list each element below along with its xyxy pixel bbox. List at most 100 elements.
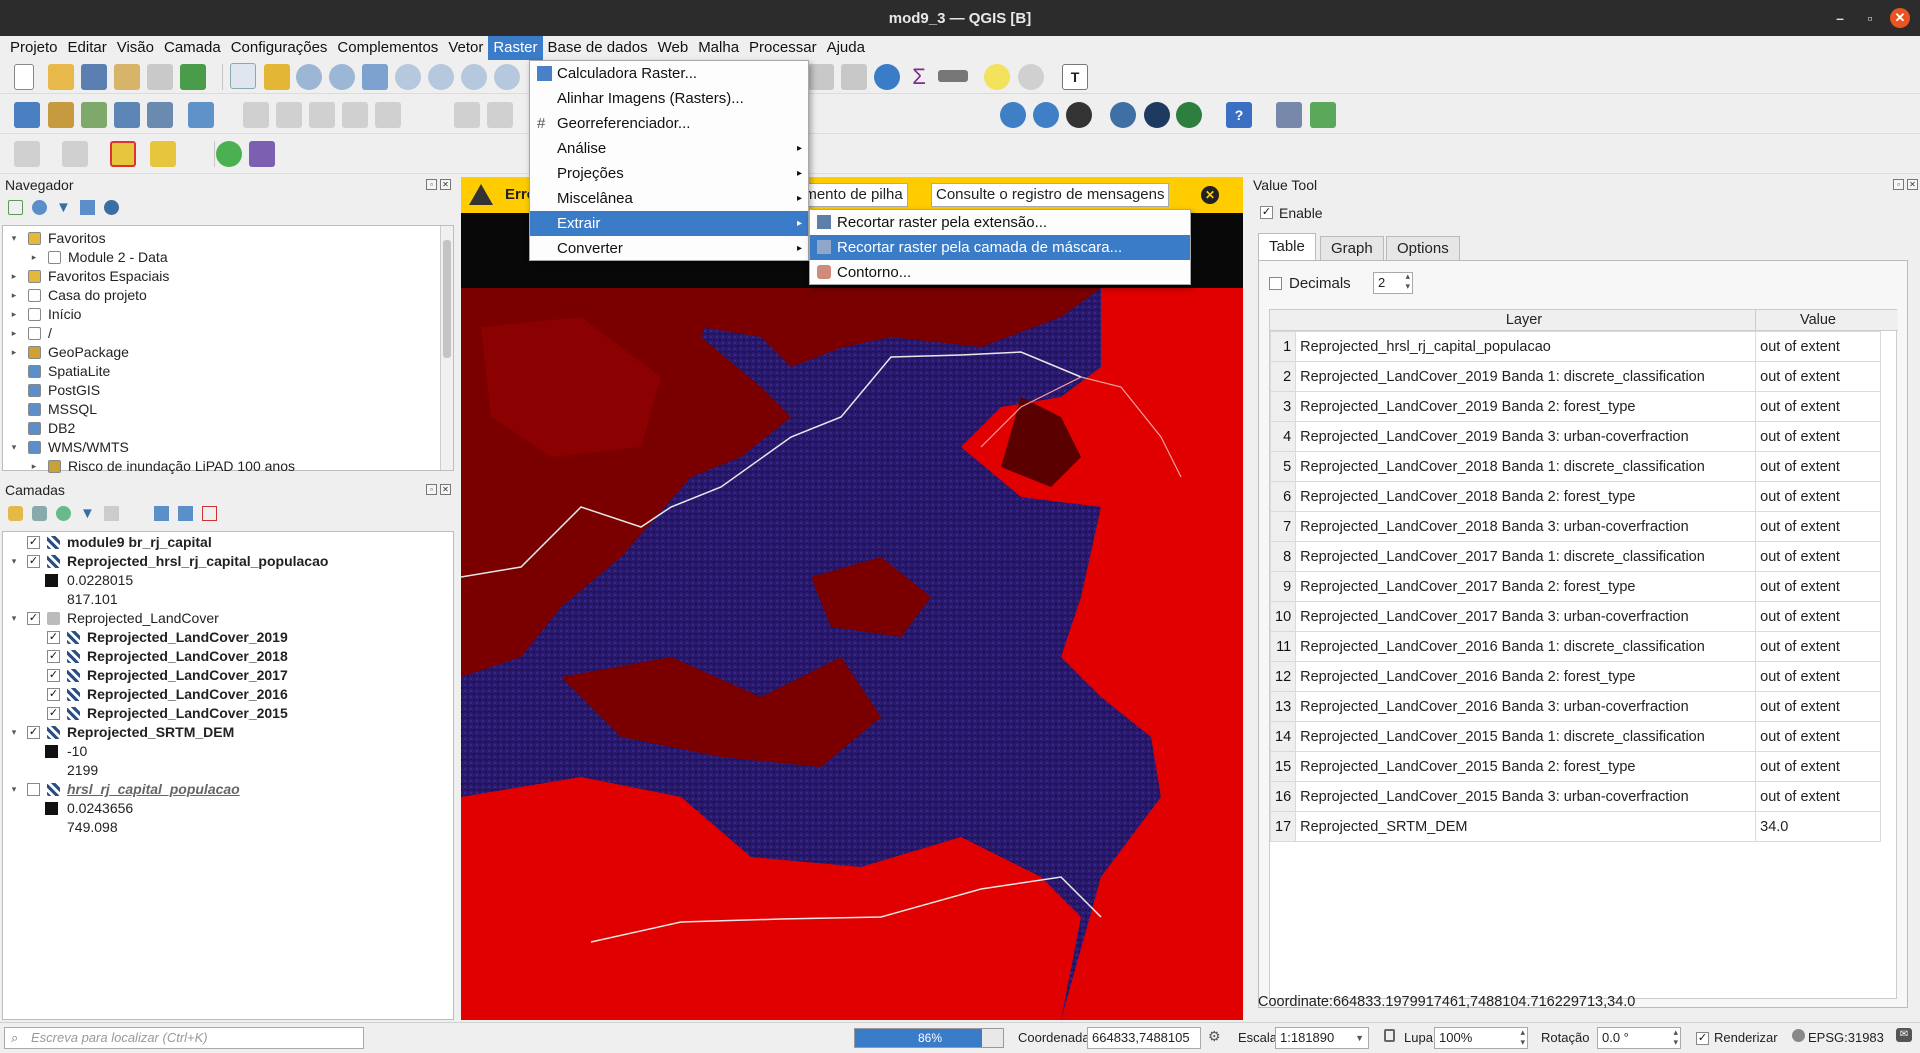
layer-visibility-checkbox[interactable]: ✓ bbox=[27, 536, 40, 549]
crs-globe-icon[interactable] bbox=[1792, 1029, 1805, 1042]
close-panel-icon[interactable]: ✕ bbox=[1907, 179, 1918, 190]
expand-all-icon[interactable] bbox=[154, 506, 169, 521]
menu-raster[interactable]: Raster bbox=[488, 36, 543, 60]
table-row[interactable]: 3 Reprojected_LandCover_2019 Banda 2: for… bbox=[1269, 391, 1882, 422]
menu-item-recortar-mascara[interactable]: Recortar raster pela camada de máscara..… bbox=[810, 235, 1190, 260]
table-row[interactable]: 15 Reprojected_LandCover_2015 Banda 2: fo… bbox=[1269, 751, 1882, 782]
legend-item[interactable]: 0.0243656 bbox=[3, 799, 443, 818]
attribute-table-icon[interactable] bbox=[808, 64, 834, 90]
select-all-icon[interactable] bbox=[150, 141, 176, 167]
add-layer-icon[interactable] bbox=[14, 102, 40, 128]
add-selected-icon[interactable] bbox=[8, 200, 23, 215]
tab-graph[interactable]: Graph bbox=[1320, 236, 1384, 261]
layer-item[interactable]: ▾ ✓ Reprojected_hrsl_rj_capital_populacao bbox=[3, 552, 443, 571]
layer-item[interactable]: ✓ Reprojected_LandCover_2018 bbox=[3, 647, 443, 666]
digitize-icon[interactable] bbox=[188, 102, 214, 128]
layer-item[interactable]: ✓ Reprojected_LandCover_2016 bbox=[3, 685, 443, 704]
float-panel-icon[interactable]: ▫ bbox=[426, 179, 437, 190]
identify-icon[interactable] bbox=[1018, 64, 1044, 90]
new-spatialite-icon[interactable] bbox=[114, 102, 140, 128]
menu-processar[interactable]: Processar bbox=[744, 36, 822, 60]
add-group-icon[interactable] bbox=[32, 506, 47, 521]
layer-item[interactable]: ▾ hrsl_rj_capital_populacao bbox=[3, 780, 443, 799]
table-row[interactable]: 4 Reprojected_LandCover_2019 Banda 3: urb… bbox=[1269, 421, 1882, 452]
navigator-item[interactable]: ▾ WMS/WMTS bbox=[3, 438, 433, 457]
layer-item[interactable]: ✓ Reprojected_LandCover_2017 bbox=[3, 666, 443, 685]
layer-visibility-checkbox[interactable] bbox=[27, 783, 40, 796]
layer-item[interactable]: ▾ ✓ Reprojected_SRTM_DEM bbox=[3, 723, 443, 742]
table-row[interactable]: 6 Reprojected_LandCover_2018 Banda 2: for… bbox=[1269, 481, 1882, 512]
navigator-item[interactable]: ▸ Favoritos Espaciais bbox=[3, 267, 433, 286]
menu-item-converter[interactable]: Converter ▸ bbox=[530, 236, 808, 261]
table-row[interactable]: 2 Reprojected_LandCover_2019 Banda 1: dis… bbox=[1269, 361, 1882, 392]
zoom-selection-icon[interactable] bbox=[428, 64, 454, 90]
text-annotation-icon[interactable]: T bbox=[1062, 64, 1088, 90]
layer-visibility-checkbox[interactable]: ✓ bbox=[47, 631, 60, 644]
deselect-icon[interactable] bbox=[110, 141, 136, 167]
menu-item-georreferenciador[interactable]: # Georreferenciador... bbox=[530, 111, 808, 136]
save-project-icon[interactable] bbox=[81, 64, 107, 90]
globe-icon[interactable] bbox=[1000, 102, 1026, 128]
menu-item-projecoes[interactable]: Projeções ▸ bbox=[530, 161, 808, 186]
table-row[interactable]: 14 Reprojected_LandCover_2015 Banda 1: di… bbox=[1269, 721, 1882, 752]
help-icon[interactable]: ? bbox=[1226, 102, 1252, 128]
navigator-item[interactable]: ▸ / bbox=[3, 324, 433, 343]
navigator-item[interactable]: ▸ Casa do projeto bbox=[3, 286, 433, 305]
cut-features-icon[interactable] bbox=[487, 102, 513, 128]
navigator-item[interactable]: ▾ Favoritos bbox=[3, 229, 433, 248]
print-layout-icon[interactable] bbox=[147, 64, 173, 90]
new-geopackage-icon[interactable] bbox=[48, 102, 74, 128]
menu-item-miscelanea[interactable]: Miscelânea ▸ bbox=[530, 186, 808, 211]
raster-refresh-icon[interactable] bbox=[1310, 102, 1336, 128]
layer-visibility-checkbox[interactable]: ✓ bbox=[47, 688, 60, 701]
table-row[interactable]: 11 Reprojected_LandCover_2016 Banda 1: di… bbox=[1269, 631, 1882, 662]
python-console-icon[interactable] bbox=[1110, 102, 1136, 128]
value-tool-icon[interactable] bbox=[249, 141, 275, 167]
menu-projeto[interactable]: Projeto bbox=[5, 36, 63, 60]
menu-base-de-dados[interactable]: Base de dados bbox=[543, 36, 653, 60]
chevron-down-icon[interactable]: ▼ bbox=[1355, 1028, 1364, 1048]
locator-search-input[interactable]: ⌕ Escreva para localizar (Ctrl+K) bbox=[4, 1027, 364, 1049]
navigator-item[interactable]: DB2 bbox=[3, 419, 433, 438]
filter-legend-icon[interactable]: ▼ bbox=[80, 506, 95, 521]
filter-icon[interactable]: ▼ bbox=[56, 200, 71, 215]
style-icon[interactable] bbox=[8, 506, 23, 521]
menu-web[interactable]: Web bbox=[653, 36, 694, 60]
vertex-tool-icon[interactable] bbox=[375, 102, 401, 128]
table-row[interactable]: 8 Reprojected_LandCover_2017 Banda 1: dis… bbox=[1269, 541, 1882, 572]
layer-visibility-checkbox[interactable]: ✓ bbox=[27, 726, 40, 739]
decimals-spinbox[interactable]: 2 ▴ ▾ bbox=[1373, 271, 1413, 294]
table-row[interactable]: 10 Reprojected_LandCover_2017 Banda 3: ur… bbox=[1269, 601, 1882, 632]
map-canvas[interactable] bbox=[461, 177, 1243, 1020]
layer-visibility-checkbox[interactable]: ✓ bbox=[27, 612, 40, 625]
lock-icon[interactable] bbox=[1384, 1029, 1395, 1042]
delete-selected-icon[interactable] bbox=[454, 102, 480, 128]
spin-arrows-icon[interactable]: ▴ ▾ bbox=[1673, 1027, 1678, 1047]
col-header-value[interactable]: Value bbox=[1755, 310, 1880, 331]
expand-arrow-icon[interactable]: ▾ bbox=[9, 780, 19, 799]
plugin-binoculars-icon[interactable] bbox=[1066, 102, 1092, 128]
menu-ajuda[interactable]: Ajuda bbox=[822, 36, 870, 60]
spin-arrows-icon[interactable]: ▴ ▾ bbox=[1405, 271, 1410, 291]
new-shapefile-icon[interactable] bbox=[81, 102, 107, 128]
add-feature-icon[interactable] bbox=[342, 102, 368, 128]
edit-pencil-icon[interactable] bbox=[243, 102, 269, 128]
zoom-layer-icon[interactable] bbox=[395, 64, 421, 90]
float-panel-icon[interactable]: ▫ bbox=[1893, 179, 1904, 190]
zoom-next-icon[interactable] bbox=[494, 64, 520, 90]
navigator-item[interactable]: ▸ Module 2 - Data bbox=[3, 248, 433, 267]
menu-item-calculadora-raster[interactable]: Calculadora Raster... bbox=[530, 61, 808, 86]
layer-visibility-checkbox[interactable]: ✓ bbox=[47, 707, 60, 720]
field-calculator-icon[interactable] bbox=[841, 64, 867, 90]
navigator-scrollbar[interactable] bbox=[440, 226, 453, 470]
collapse-arrow-icon[interactable]: ▸ bbox=[29, 457, 39, 476]
legend-item[interactable]: 749.098 bbox=[3, 818, 443, 837]
coordinate-field[interactable]: 664833,7488105 bbox=[1087, 1027, 1201, 1049]
menu-item-recortar-extensao[interactable]: Recortar raster pela extensão... bbox=[810, 210, 1190, 235]
layer-visibility-checkbox[interactable]: ✓ bbox=[47, 650, 60, 663]
legend-item[interactable]: 0.0228015 bbox=[3, 571, 443, 590]
menu-visao[interactable]: Visão bbox=[112, 36, 159, 60]
collapse-arrow-icon[interactable]: ▸ bbox=[9, 305, 19, 324]
properties-icon[interactable] bbox=[104, 200, 119, 215]
pan-icon[interactable] bbox=[230, 63, 256, 89]
